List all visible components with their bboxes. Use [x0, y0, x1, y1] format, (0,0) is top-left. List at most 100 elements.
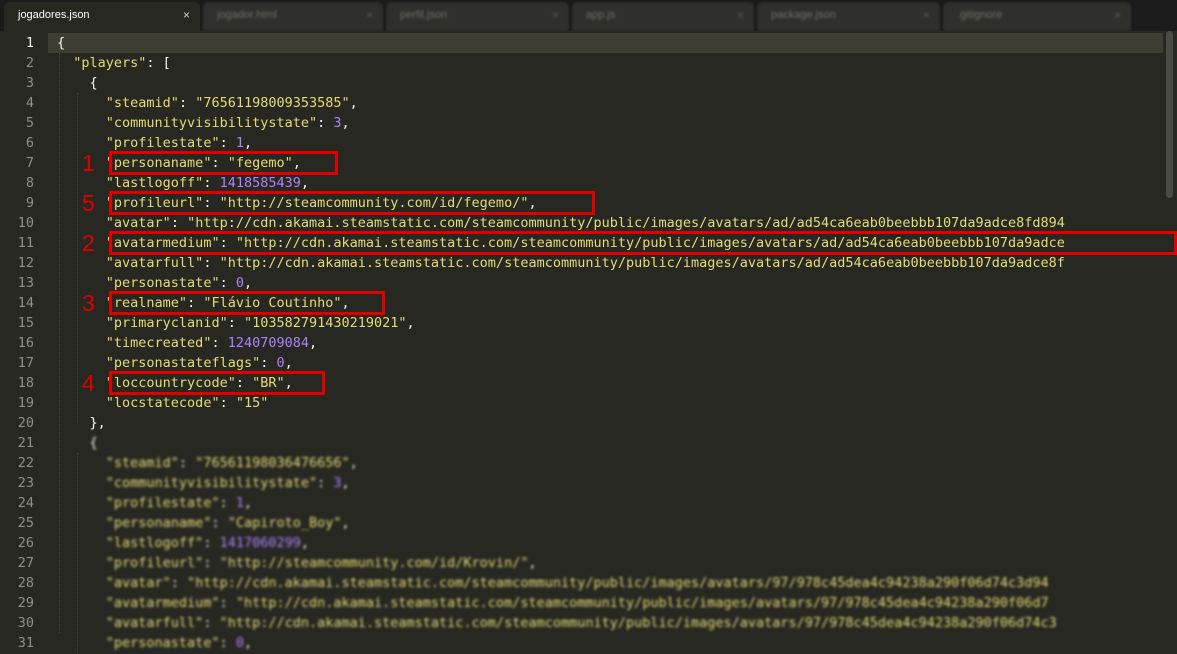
json-number: 1 [235, 495, 244, 511]
json-punct: : [203, 175, 220, 191]
code-line: "communityvisibilitystate": 3, [57, 473, 350, 493]
annotation-box [109, 371, 325, 395]
code-line: "profileurl": "http://steamcommunity.com… [57, 553, 537, 573]
json-string: "103582791430219021" [243, 315, 407, 331]
json-string: "personastate" [105, 635, 220, 651]
annotation-number: 5 [82, 190, 95, 216]
json-punct: }, [57, 415, 106, 431]
scrollbar-thumb[interactable] [1166, 31, 1173, 198]
indent-guide [77, 93, 79, 423]
json-string: "personaname" [105, 515, 212, 531]
code-line: "players": [ [57, 53, 171, 73]
annotation-number: 3 [82, 290, 95, 316]
json-punct [57, 215, 106, 231]
json-string: "http://cdn.akamai.steamstatic.com/steam… [219, 255, 1065, 271]
json-punct [57, 635, 106, 651]
json-string: "players" [73, 55, 147, 71]
json-string: "steamid" [105, 95, 179, 111]
json-punct [57, 615, 106, 631]
json-punct: : [170, 215, 188, 231]
json-punct [57, 455, 106, 471]
code-line: { [57, 433, 98, 453]
code-line: "avatarmedium": "http://cdn.akamai.steam… [57, 593, 1049, 613]
code-line: "steamid": "76561198036476656", [57, 453, 358, 473]
json-number: 1 [235, 135, 244, 151]
json-punct [57, 255, 106, 271]
json-number: 3 [333, 115, 342, 131]
code-line: "personaname": "Capiroto_Boy", [57, 513, 350, 533]
json-number: 0 [276, 355, 285, 371]
code-line: "lastlogoff": 1418585439, [57, 173, 309, 193]
json-string: "profilestate" [105, 135, 220, 151]
json-number: 1417060299 [219, 535, 301, 551]
json-string: "76561198036476656" [195, 455, 350, 471]
json-punct [57, 515, 106, 531]
json-string: "lastlogoff" [105, 535, 204, 551]
code-line: "primaryclanid": "103582791430219021", [57, 313, 415, 333]
json-punct: : [178, 95, 196, 111]
json-string: "Capiroto_Boy" [227, 515, 342, 531]
indent-guide [59, 53, 60, 633]
json-string: "personastateflags" [105, 355, 261, 371]
json-punct: : [317, 115, 334, 131]
json-punct [57, 595, 106, 611]
json-string: "personastate" [105, 275, 220, 291]
code-line: "avatarfull": "http://cdn.akamai.steamst… [57, 253, 1065, 273]
json-string: "profilestate" [105, 495, 220, 511]
json-number: 1418585439 [219, 175, 301, 191]
annotation-box [109, 231, 1177, 255]
json-punct [57, 175, 106, 191]
code-line: "personastate": 0, [57, 633, 252, 653]
indent-guide [77, 453, 79, 653]
json-string: "primaryclanid" [105, 315, 228, 331]
annotation-box [109, 191, 595, 215]
json-punct: : [203, 255, 220, 271]
json-punct [57, 95, 106, 111]
json-punct [57, 475, 106, 491]
json-punct: : [211, 335, 228, 351]
json-punct: , [341, 515, 350, 531]
code-line: { [57, 73, 98, 93]
code-editor[interactable]: { "players": [ { "steamid": "76561198009… [0, 0, 1163, 654]
json-string: "avatarfull" [105, 255, 204, 271]
json-string: "76561198009353585" [195, 95, 350, 111]
json-punct: { [57, 435, 98, 451]
json-punct: : [219, 135, 236, 151]
code-line: "lastlogoff": 1417060299, [57, 533, 309, 553]
vertical-scrollbar[interactable] [1163, 31, 1177, 654]
code-line: "locstatecode": "15" [57, 393, 269, 413]
json-number: 0 [235, 275, 244, 291]
json-punct: : [260, 355, 277, 371]
json-punct: , [528, 555, 537, 571]
json-string: "avatar" [105, 215, 171, 231]
json-punct: , [406, 315, 415, 331]
json-punct: { [57, 35, 66, 51]
json-punct: : [219, 275, 236, 291]
code-line: "steamid": "76561198009353585", [57, 93, 358, 113]
json-string: "15" [235, 395, 269, 411]
json-number: 0 [235, 635, 244, 651]
json-punct [57, 315, 106, 331]
annotation-number: 4 [82, 370, 95, 396]
json-string: "profileurl" [105, 555, 204, 571]
json-punct [57, 575, 106, 591]
json-punct: , [243, 635, 253, 651]
json-punct [57, 395, 106, 411]
json-string: "communityvisibilitystate" [105, 475, 318, 491]
json-string: "avatar" [105, 575, 171, 591]
json-punct [57, 495, 106, 511]
json-punct: , [300, 535, 310, 551]
json-string: "timecreated" [105, 335, 212, 351]
json-punct [57, 135, 106, 151]
json-punct [57, 335, 106, 351]
json-string: "steamid" [105, 455, 179, 471]
json-string: "communityvisibilitystate" [105, 115, 318, 131]
code-line: "profilestate": 1, [57, 493, 252, 513]
json-punct: : [219, 635, 236, 651]
json-punct: : [170, 575, 188, 591]
json-punct: : [203, 615, 220, 631]
json-number: 1240709084 [227, 335, 309, 351]
json-string: "lastlogoff" [105, 175, 204, 191]
json-punct: , [243, 275, 253, 291]
json-punct [57, 115, 106, 131]
